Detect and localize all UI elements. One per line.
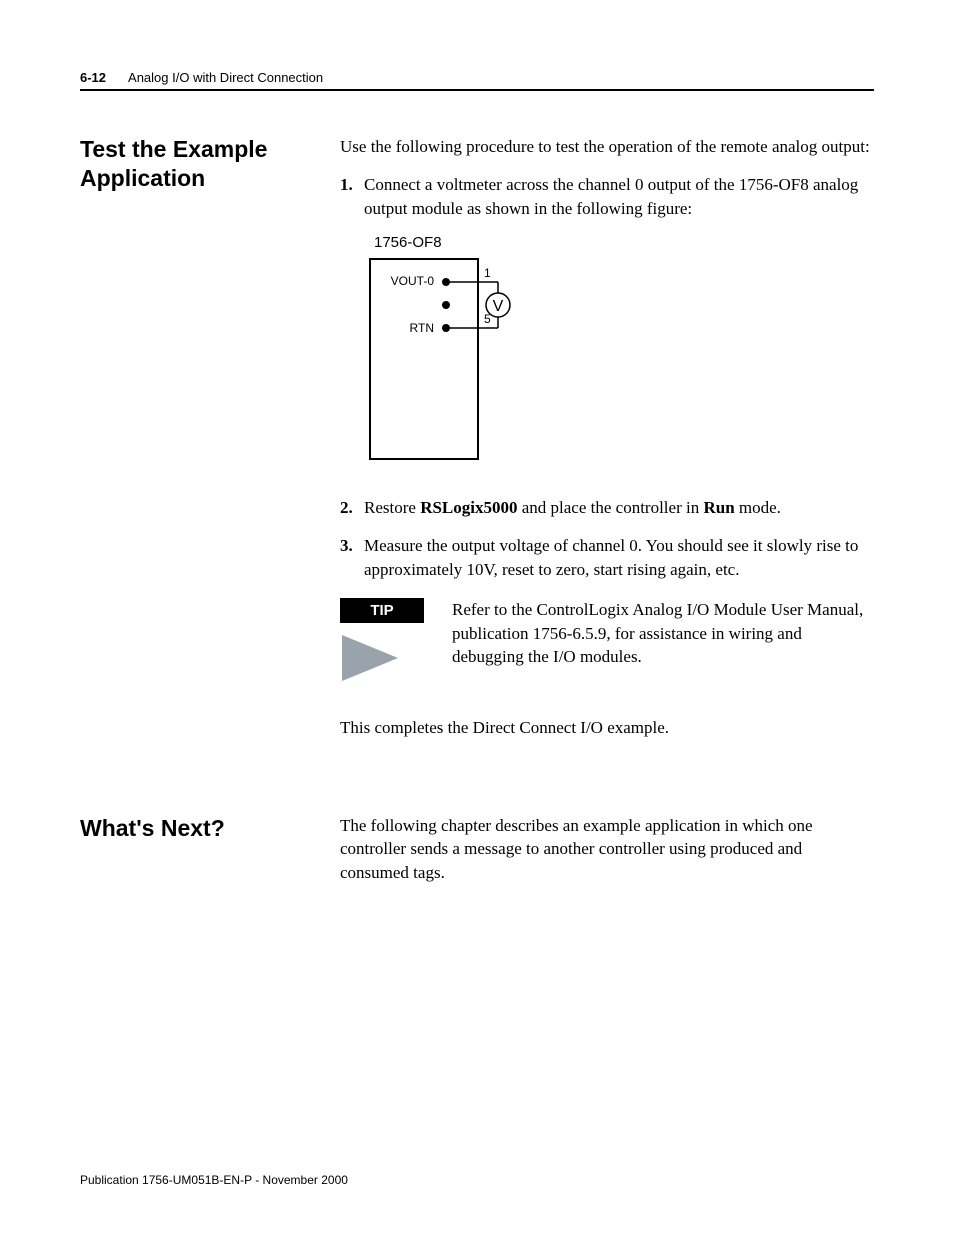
step-number: 2. (340, 496, 353, 520)
whats-next-text: The following chapter describes an examp… (340, 814, 874, 885)
step-number: 3. (340, 534, 353, 558)
tip-callout: TIP Refer to the ControlLogix Analog I/O… (340, 598, 874, 688)
publication-footer: Publication 1756-UM051B-EN-P - November … (80, 1173, 348, 1187)
page-header: 6-12 Analog I/O with Direct Connection (80, 70, 874, 91)
page-number: 6-12 (80, 70, 106, 85)
step-text: Restore RSLogix5000 and place the contro… (364, 498, 781, 517)
step-2: 2. Restore RSLogix5000 and place the con… (340, 496, 874, 520)
step-number: 1. (340, 173, 353, 197)
voltmeter-label: V (493, 298, 504, 315)
label-vout: VOUT-0 (391, 274, 435, 288)
section-heading-next: What's Next? (80, 814, 310, 843)
step-1: 1. Connect a voltmeter across the channe… (340, 173, 874, 221)
step-3: 3. Measure the output voltage of channel… (340, 534, 874, 582)
label-rtn: RTN (410, 321, 434, 335)
pin-1: 1 (484, 266, 491, 280)
tip-text: Refer to the ControlLogix Analog I/O Mod… (452, 598, 874, 688)
wiring-diagram-icon: VOUT-0 RTN 1 5 (368, 257, 548, 467)
intro-text: Use the following procedure to test the … (340, 135, 874, 159)
step-text: Connect a voltmeter across the channel 0… (364, 175, 858, 218)
closing-text: This completes the Direct Connect I/O ex… (340, 716, 874, 740)
chapter-title: Analog I/O with Direct Connection (128, 70, 323, 85)
section-heading-test: Test the Example Application (80, 135, 310, 193)
figure-title: 1756-OF8 (374, 234, 874, 251)
triangle-play-icon (340, 633, 404, 683)
figure-1756-of8: 1756-OF8 VOUT-0 RTN 1 5 (368, 234, 874, 472)
tip-badge: TIP (340, 598, 424, 623)
step-text: Measure the output voltage of channel 0.… (364, 536, 858, 579)
